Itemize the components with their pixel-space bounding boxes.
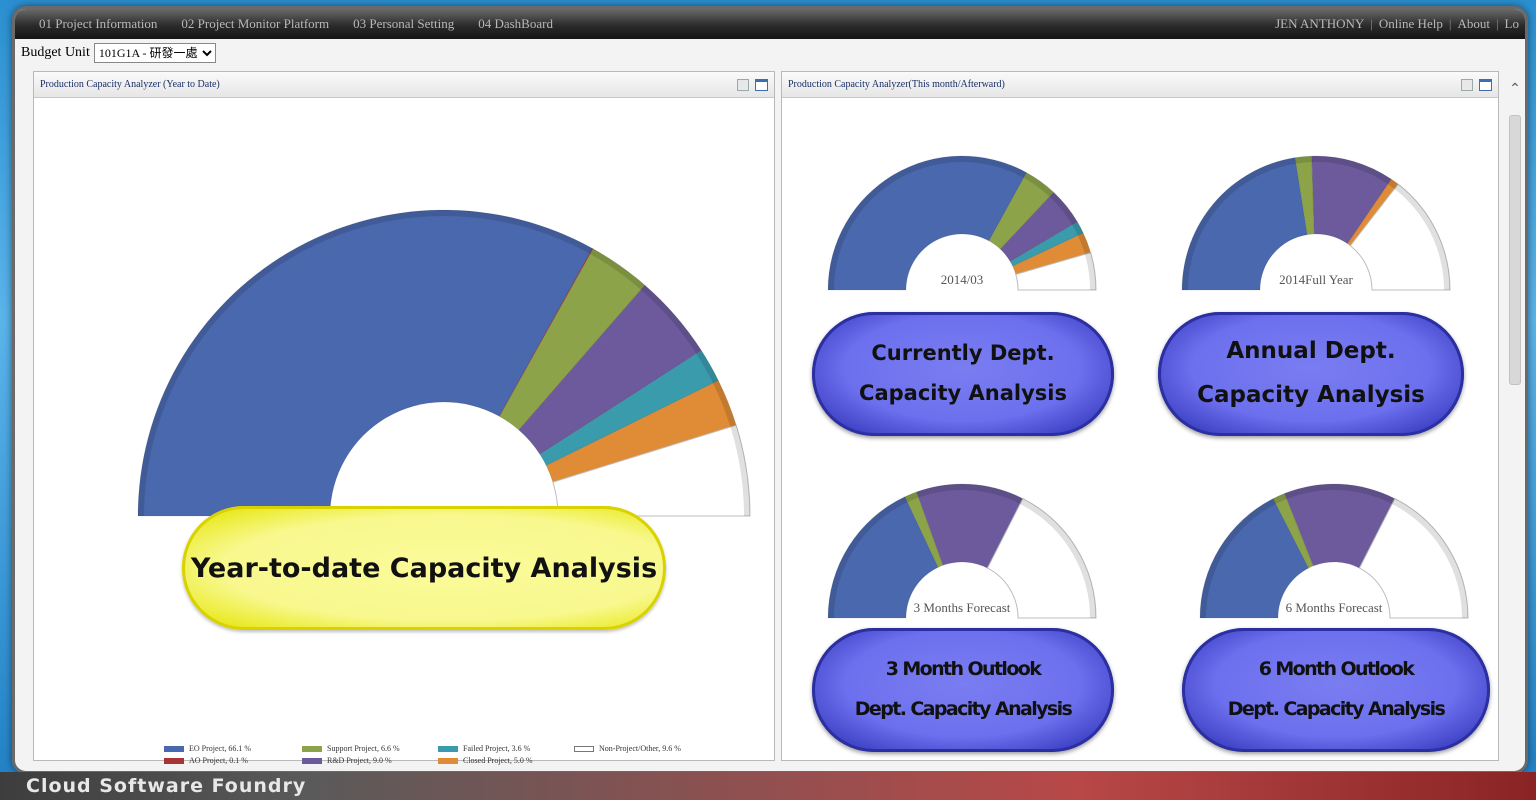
menu-separator: |	[1495, 16, 1499, 31]
callout-line: Dept. Capacity Analysis	[854, 698, 1073, 720]
scrollbar-thumb[interactable]	[1509, 115, 1521, 385]
menu-item-dashboard[interactable]: 04 DashBoard	[478, 16, 553, 32]
legend-swatch	[164, 757, 184, 764]
pie-center-label: 6 Months Forecast	[1286, 600, 1383, 615]
menu-separator: |	[1370, 16, 1373, 31]
callout-line: Capacity Analysis	[859, 381, 1067, 405]
legend-swatch	[164, 745, 184, 752]
callout-line: Capacity Analysis	[1197, 382, 1425, 408]
this-month-afterward-panel: Production Capacity Analyzer(This month/…	[781, 71, 1499, 761]
legend-label: EO Project, 66.1 %	[189, 744, 251, 753]
panel-title: Production Capacity Analyzer(This month/…	[788, 79, 1005, 90]
ytd-capacity-callout[interactable]: Year-to-date Capacity Analysis	[182, 506, 666, 630]
legend-item: Support Project, 6.6 %	[302, 744, 438, 753]
legend-item: AO Project, 0.1 %	[164, 756, 302, 765]
minimize-icon[interactable]	[737, 78, 749, 91]
online-help-link[interactable]: Online Help	[1379, 16, 1443, 32]
footer-banner: Cloud Software Foundry	[0, 772, 1536, 800]
chart-legend: EO Project, 66.1 % Support Project, 6.6 …	[164, 744, 724, 765]
pie-center-label: 2014Full Year	[1279, 272, 1353, 287]
brand-name: Cloud Software Foundry	[26, 775, 307, 797]
legend-item: R&D Project, 9.0 %	[302, 756, 438, 765]
legend-label: Closed Project, 5.0 %	[463, 756, 533, 765]
user-name[interactable]: JEN ANTHONY	[1275, 16, 1364, 32]
toolbar: Budget Unit 101G1A - 研發一處	[15, 39, 1525, 67]
legend-swatch	[438, 757, 458, 764]
maximize-icon[interactable]	[755, 78, 768, 91]
callout-line: Currently Dept.	[871, 341, 1055, 366]
legend-swatch	[302, 745, 322, 752]
pie-slice-eo-project[interactable]	[137, 209, 593, 517]
three-month-outlook-callout[interactable]: 3 Month Outlook Dept. Capacity Analysis	[812, 628, 1114, 752]
top-menu-bar: 01 Project Information 02 Project Monito…	[15, 9, 1525, 39]
callout-text: Year-to-date Capacity Analysis	[190, 552, 658, 584]
about-link[interactable]: About	[1457, 16, 1490, 32]
legend-label: Non-Project/Other, 9.6 %	[599, 744, 681, 753]
pie-center-label: 3 Months Forecast	[914, 600, 1011, 615]
current-capacity-callout[interactable]: Currently Dept. Capacity Analysis	[812, 312, 1114, 436]
logout-link[interactable]: Lo	[1505, 16, 1519, 32]
year-to-date-panel: Production Capacity Analyzer (Year to Da…	[33, 71, 775, 765]
ytd-capacity-chart	[137, 209, 751, 517]
legend-label: Support Project, 6.6 %	[327, 744, 400, 753]
budget-unit-label: Budget Unit	[21, 45, 90, 60]
maximize-icon[interactable]	[1479, 78, 1492, 91]
menu-item-project-information[interactable]: 01 Project Information	[39, 16, 157, 32]
legend-item: Non-Project/Other, 9.6 %	[574, 744, 724, 753]
legend-swatch	[438, 745, 458, 752]
budget-unit-select[interactable]: 101G1A - 研發一處	[93, 43, 216, 63]
minimize-icon[interactable]	[1461, 78, 1473, 91]
callout-line: Annual Dept.	[1226, 338, 1396, 365]
legend-label: R&D Project, 9.0 %	[327, 756, 392, 765]
six-month-outlook-callout[interactable]: 6 Month Outlook Dept. Capacity Analysis	[1182, 628, 1490, 752]
scroll-up-icon[interactable]: ⌃	[1505, 81, 1525, 98]
panel-header: Production Capacity Analyzer (Year to Da…	[34, 72, 774, 98]
callout-line: 6 Month Outlook	[1258, 658, 1415, 681]
legend-item: Closed Project, 5.0 %	[438, 756, 574, 765]
app-window: 01 Project Information 02 Project Monito…	[12, 6, 1528, 774]
legend-item: EO Project, 66.1 %	[164, 744, 302, 753]
legend-item: Failed Project, 3.6 %	[438, 744, 574, 753]
legend-label: Failed Project, 3.6 %	[463, 744, 531, 753]
callout-line: Dept. Capacity Analysis	[1227, 698, 1446, 720]
legend-swatch	[574, 745, 594, 752]
legend-swatch	[302, 757, 322, 764]
annual-capacity-callout[interactable]: Annual Dept. Capacity Analysis	[1158, 312, 1464, 436]
callout-line: 3 Month Outlook	[885, 658, 1042, 681]
panel-header: Production Capacity Analyzer(This month/…	[782, 72, 1498, 98]
menu-separator: |	[1448, 16, 1452, 31]
menu-item-personal-setting[interactable]: 03 Personal Setting	[353, 16, 454, 32]
pie-slice-eo-project[interactable]	[827, 155, 1028, 291]
menu-item-project-monitor-platform[interactable]: 02 Project Monitor Platform	[181, 16, 329, 32]
panel-title: Production Capacity Analyzer (Year to Da…	[40, 79, 220, 90]
legend-label: AO Project, 0.1 %	[189, 756, 248, 765]
pie-center-label: 2014/03	[941, 272, 984, 287]
vertical-scrollbar[interactable]: ⌃	[1505, 81, 1525, 761]
